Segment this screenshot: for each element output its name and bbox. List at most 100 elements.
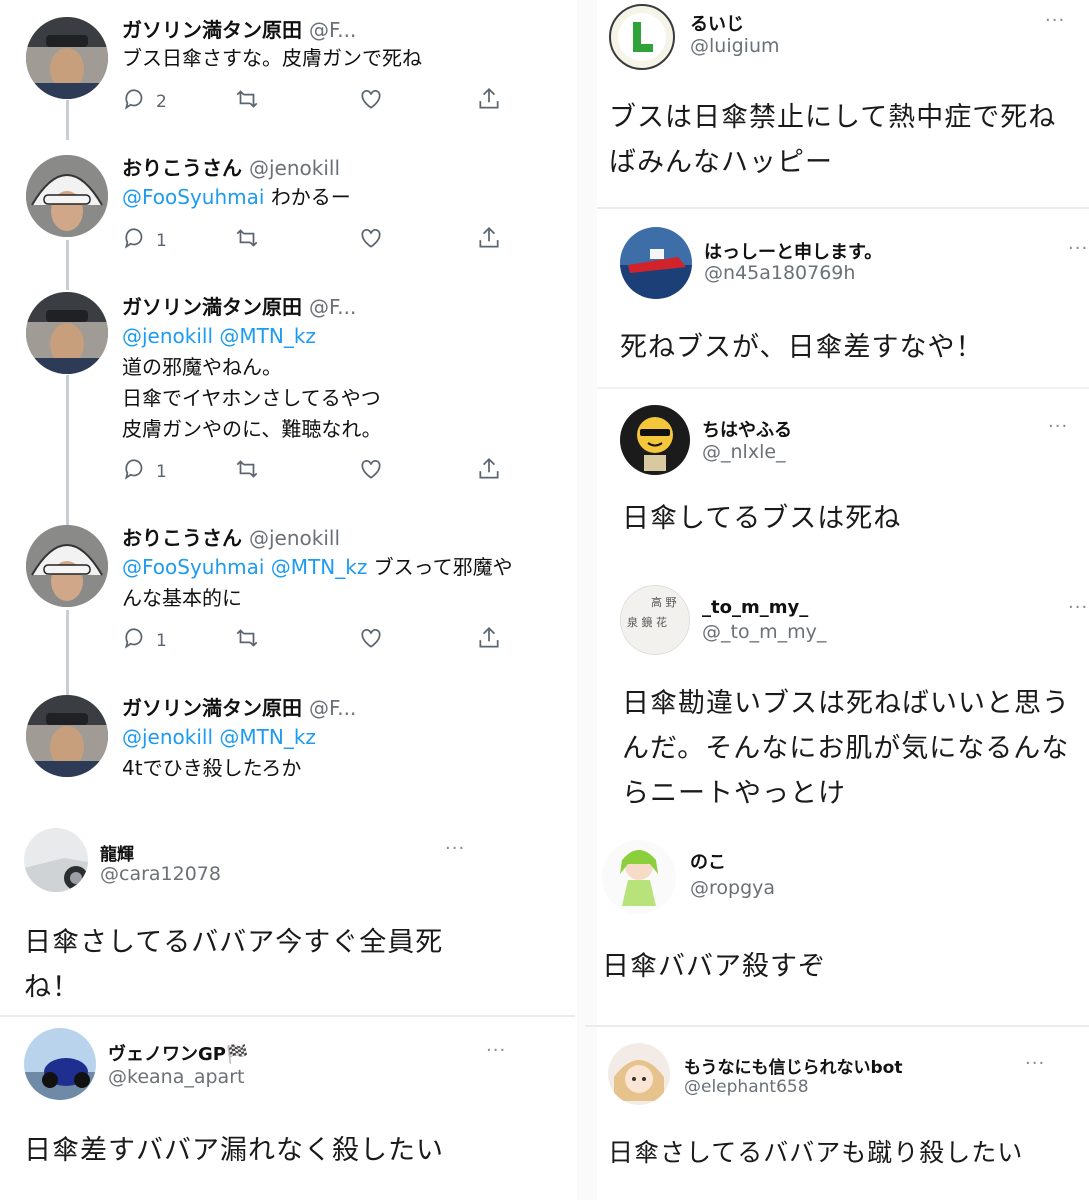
reply-count: 2	[156, 91, 167, 112]
tweet-text-line: ブス日傘さすな。皮膚ガンで死ね	[122, 46, 422, 70]
thread-line	[66, 610, 69, 695]
tweet-text-line: 日傘差すババア漏れなく殺したい	[24, 1135, 444, 1166]
tweet-text: ブス日傘さすな。皮膚ガンで死ね	[122, 43, 572, 74]
share-icon[interactable]	[476, 456, 502, 487]
author-handle[interactable]: @F...	[309, 696, 356, 720]
author-handle[interactable]: @F...	[309, 18, 356, 42]
like-button[interactable]	[358, 625, 384, 656]
retweet-button[interactable]	[234, 625, 260, 656]
author-name[interactable]: はっしーと申します。	[704, 238, 882, 264]
share-icon[interactable]	[476, 86, 502, 117]
avatar[interactable]	[620, 227, 692, 299]
like-button[interactable]	[358, 86, 384, 117]
author-handle[interactable]: @jenokill	[249, 156, 340, 180]
avatar[interactable]	[24, 1028, 96, 1100]
avatar[interactable]	[602, 840, 676, 914]
author-handle[interactable]: @keana_apart	[108, 1066, 244, 1088]
reply-button[interactable]: 1	[122, 456, 167, 487]
tweet-text-line: 死ねブスが、日傘差すなや！	[620, 332, 984, 363]
author-handle[interactable]: @cara12078	[100, 863, 221, 885]
share-icon[interactable]	[476, 225, 502, 256]
avatar[interactable]	[26, 695, 108, 777]
reply-button[interactable]: 1	[122, 625, 167, 656]
author-name[interactable]: るいじ	[690, 10, 744, 36]
more-dots-icon[interactable]: ···	[1048, 416, 1068, 437]
retweet-icon[interactable]	[234, 456, 260, 487]
mention-link[interactable]: @jenokill @MTN_kz	[122, 722, 572, 753]
svg-text:泉 鏡 花: 泉 鏡 花	[627, 615, 667, 629]
retweet-icon[interactable]	[234, 625, 260, 656]
author-name[interactable]: おりこうさん	[122, 156, 242, 180]
reply-button[interactable]: 2	[122, 86, 167, 117]
avatar[interactable]	[608, 1043, 670, 1105]
tweet-text: @FooSyuhmai @MTN_kz ブスって邪魔や んな基本的に	[122, 552, 572, 614]
more-dots-icon[interactable]: ···	[1025, 1053, 1045, 1074]
author-name[interactable]: ガソリン満タン原田	[122, 696, 302, 720]
like-icon[interactable]	[358, 456, 384, 487]
share-button[interactable]	[476, 456, 502, 487]
author-name[interactable]: _to_m_my_	[702, 597, 808, 618]
author-name[interactable]: のこ	[690, 848, 726, 874]
reply-icon[interactable]	[122, 456, 148, 487]
author-name[interactable]: ヴェノワンGP🏁	[108, 1040, 248, 1066]
author-line: おりこうさん @jenokill	[122, 522, 340, 551]
mention-link[interactable]: @FooSyuhmai	[122, 185, 264, 209]
more-dots-icon[interactable]: ···	[486, 1040, 506, 1061]
more-dots-icon[interactable]: ···	[1068, 238, 1088, 259]
avatar[interactable]	[24, 828, 88, 892]
reply-icon[interactable]	[122, 86, 148, 117]
author-name[interactable]: おりこうさん	[122, 526, 242, 550]
avatar[interactable]	[26, 525, 108, 607]
divider	[597, 387, 1089, 389]
tweet-text-line: 日傘ババア殺すぞ	[602, 951, 826, 982]
author-handle[interactable]: @_to_m_my_	[702, 621, 826, 643]
mention-link[interactable]: @jenokill @MTN_kz	[122, 321, 572, 352]
more-dots-icon[interactable]: ···	[445, 838, 465, 859]
like-icon[interactable]	[358, 625, 384, 656]
share-button[interactable]	[476, 625, 502, 656]
author-name[interactable]: 龍輝	[100, 840, 134, 865]
like-button[interactable]	[358, 456, 384, 487]
avatar[interactable]	[26, 17, 108, 99]
author-handle[interactable]: @ropgya	[690, 877, 775, 899]
author-handle[interactable]: @_nlxle_	[702, 441, 786, 463]
tweet-text: 日傘差すババア漏れなく殺したい	[24, 1128, 564, 1173]
share-button[interactable]	[476, 86, 502, 117]
retweet-button[interactable]	[234, 225, 260, 256]
avatar[interactable]	[26, 155, 108, 237]
tweet-text-line: 日傘勘違いブスは死ねばいいと思う	[622, 688, 1070, 719]
tweet-text-line: 日傘さしてるババア今すぐ全員死	[24, 927, 444, 958]
more-dots-icon[interactable]: ···	[1068, 597, 1088, 618]
avatar[interactable]: 高 野泉 鏡 花	[620, 585, 690, 655]
avatar[interactable]	[26, 292, 108, 374]
author-handle[interactable]: @elephant658	[684, 1077, 809, 1097]
tweet-text-line: 日傘でイヤホンさしてるやつ	[122, 386, 381, 410]
author-name[interactable]: もうなにも信じられないbot	[684, 1053, 902, 1078]
author-handle[interactable]: @luigium	[690, 35, 780, 57]
author-handle[interactable]: @jenokill	[249, 526, 340, 550]
mention-link[interactable]: @FooSyuhmai @MTN_kz	[122, 555, 367, 579]
reply-icon[interactable]	[122, 625, 148, 656]
retweet-button[interactable]	[234, 456, 260, 487]
retweet-button[interactable]	[234, 86, 260, 117]
author-handle[interactable]: @n45a180769h	[704, 262, 855, 284]
author-name[interactable]: ガソリン満タン原田	[122, 18, 302, 42]
avatar[interactable]	[609, 4, 675, 70]
thread-line	[66, 100, 69, 140]
reply-button[interactable]: 1	[122, 225, 167, 256]
tweet-text: @FooSyuhmai わかるー	[122, 182, 572, 213]
author-name[interactable]: ガソリン満タン原田	[122, 295, 302, 319]
author-handle[interactable]: @F...	[309, 295, 356, 319]
divider	[0, 1015, 575, 1017]
reply-icon[interactable]	[122, 225, 148, 256]
share-icon[interactable]	[476, 625, 502, 656]
retweet-icon[interactable]	[234, 225, 260, 256]
like-icon[interactable]	[358, 86, 384, 117]
more-dots-icon[interactable]: ···	[1045, 10, 1065, 31]
author-name[interactable]: ちはやふる	[702, 416, 792, 442]
like-button[interactable]	[358, 225, 384, 256]
share-button[interactable]	[476, 225, 502, 256]
avatar[interactable]	[620, 405, 690, 475]
retweet-icon[interactable]	[234, 86, 260, 117]
like-icon[interactable]	[358, 225, 384, 256]
